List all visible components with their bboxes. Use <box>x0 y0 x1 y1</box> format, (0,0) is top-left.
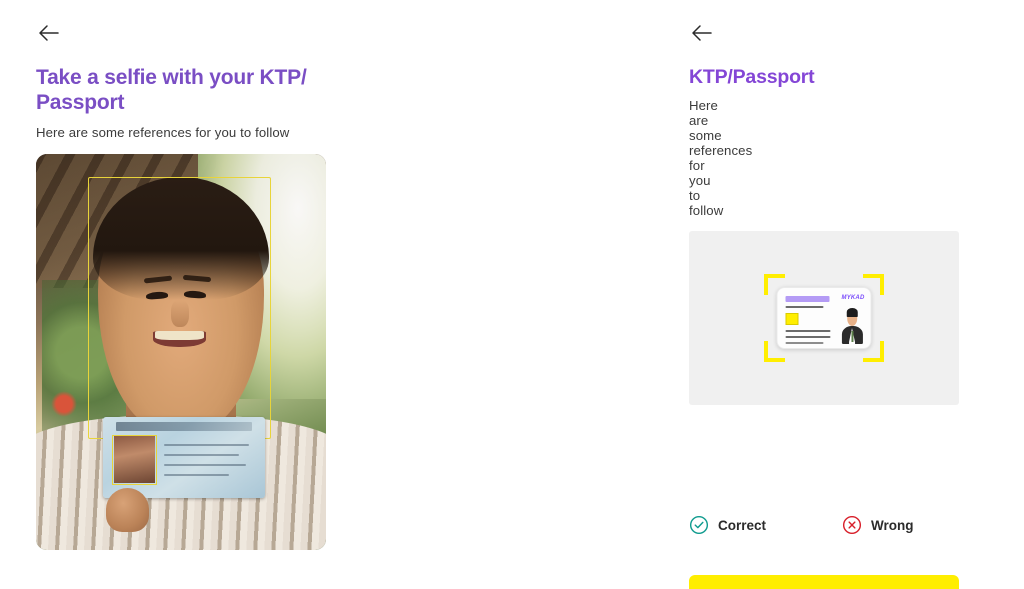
red-flower <box>50 391 77 418</box>
page-title: Take a selfie with your KTP/ Passport <box>36 66 307 114</box>
selfie-reference-photo <box>36 153 326 550</box>
card-text-line <box>164 444 249 447</box>
card-header-text <box>115 421 253 432</box>
page-subtitle: Here are some references for you to foll… <box>36 124 290 140</box>
reference-screens: Take a selfie with your KTP/ Passport He… <box>0 0 1024 589</box>
face-detection-box <box>88 177 271 439</box>
holding-thumb <box>105 488 150 532</box>
card-text-line <box>164 463 246 466</box>
back-arrow-icon[interactable] <box>36 22 62 44</box>
panel-sim-driving-permit: SIM / International Driving Permit Here … <box>381 0 1024 589</box>
held-id-card <box>102 416 266 499</box>
card-photo-detection-box <box>112 434 158 486</box>
panel-selfie: Take a selfie with your KTP/ Passport He… <box>0 0 356 589</box>
card-text-line <box>164 454 240 457</box>
card-text-line <box>164 473 230 476</box>
